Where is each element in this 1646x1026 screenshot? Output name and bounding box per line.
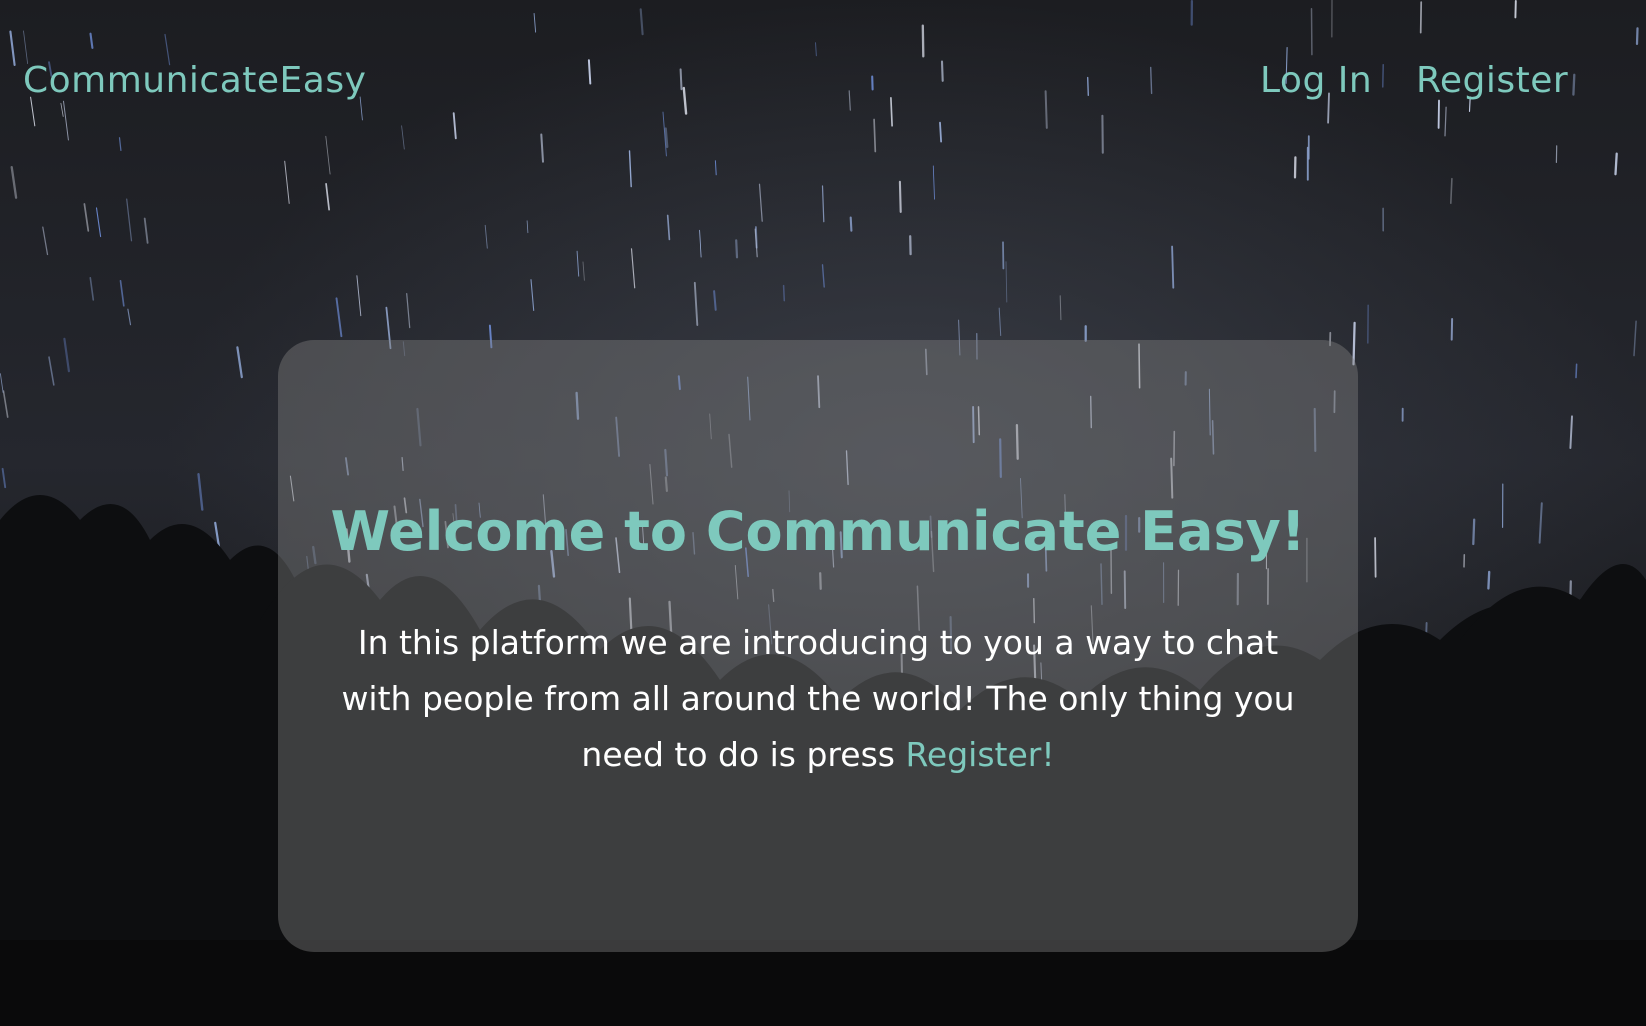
register-nav-link[interactable]: Register: [1416, 60, 1568, 101]
star-trail: [735, 239, 739, 259]
star-trail: [1059, 295, 1062, 321]
star-trail: [1171, 245, 1175, 289]
welcome-text: In this platform we are introducing to y…: [318, 615, 1318, 783]
star-trail: [1575, 363, 1578, 379]
star-trail: [1487, 570, 1491, 590]
welcome-card: Welcome to Communicate Easy! In this pla…: [278, 340, 1358, 952]
navbar: CommunicateEasy Log In Register: [0, 0, 1646, 170]
login-link[interactable]: Log In: [1260, 60, 1372, 101]
star-trail: [1374, 537, 1377, 578]
page: CommunicateEasy Log In Register Welcome …: [0, 0, 1646, 1026]
star-trail: [782, 284, 786, 302]
welcome-text-body: In this platform we are introducing to y…: [341, 623, 1295, 774]
star-trail: [1450, 177, 1453, 204]
star-trail: [898, 180, 902, 213]
star-trail: [849, 216, 853, 232]
register-cta-link[interactable]: Register!: [905, 735, 1054, 774]
welcome-title: Welcome to Communicate Easy!: [330, 500, 1306, 563]
brand-link[interactable]: CommunicateEasy: [23, 60, 366, 101]
star-trail: [1472, 518, 1476, 546]
